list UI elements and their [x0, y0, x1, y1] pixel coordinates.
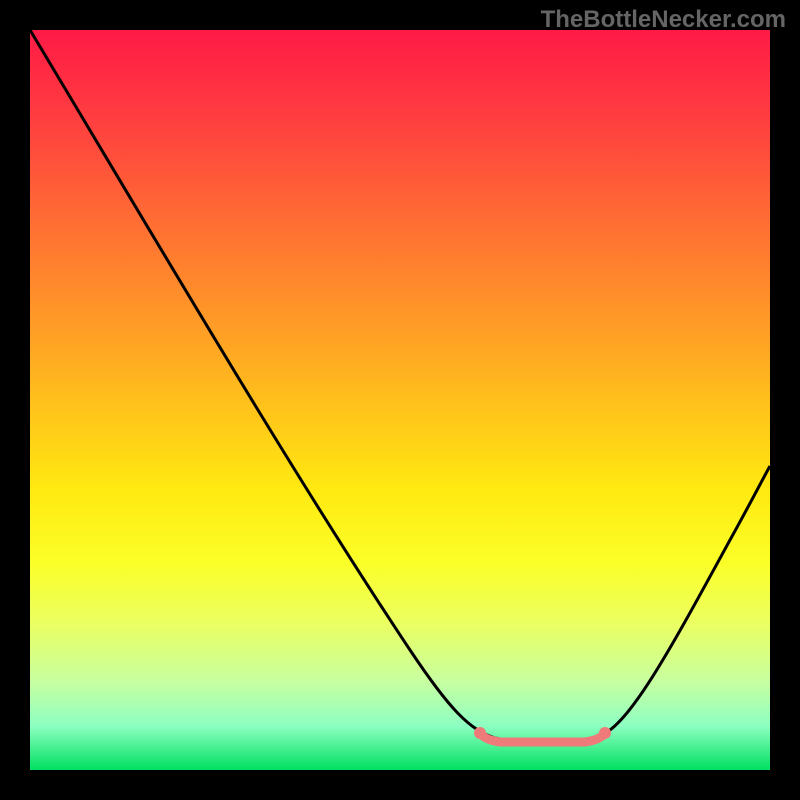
bottleneck-curve: [30, 30, 770, 744]
watermark-text: TheBottleNecker.com: [541, 6, 786, 34]
curve-layer: [30, 30, 770, 770]
optimal-start-dot: [474, 727, 486, 739]
chart-area: [30, 30, 770, 770]
frame-right: [770, 0, 800, 800]
frame-bottom: [0, 770, 800, 800]
optimal-flat-zone: [480, 733, 605, 742]
chart-root: TheBottleNecker.com: [0, 0, 800, 800]
optimal-end-dot: [599, 727, 611, 739]
frame-left: [0, 0, 30, 800]
